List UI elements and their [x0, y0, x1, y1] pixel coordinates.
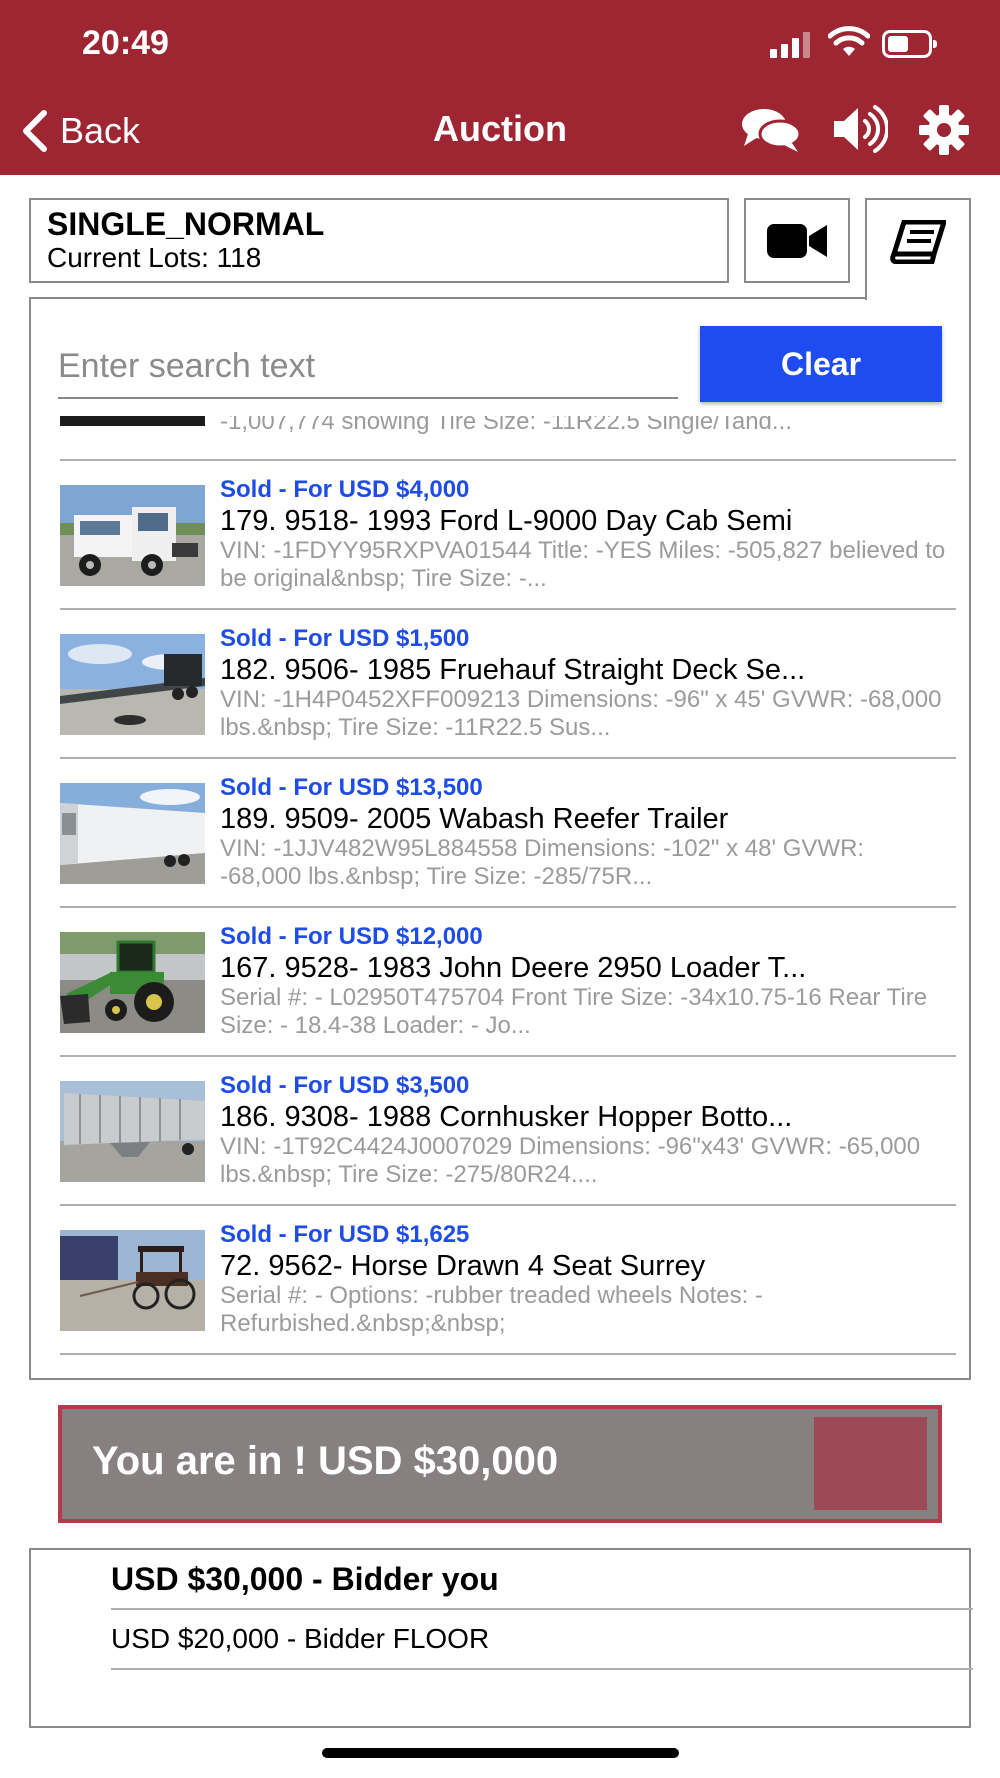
bid-history-row: USD $30,000 - Bidder you — [111, 1550, 973, 1610]
lot-thumbnail — [60, 1230, 205, 1331]
lot-description: VIN: -1H4P0452XFF009213 Dimensions: -96"… — [220, 686, 942, 741]
lot-title: 167. 9528- 1983 John Deere 2950 Loader T… — [220, 952, 807, 984]
lot-thumbnail — [60, 1081, 205, 1182]
lot-description: Serial #: - L02950T475704 Front Tire Siz… — [220, 984, 928, 1039]
battery-icon — [882, 30, 937, 58]
lot-title: 186. 9308- 1988 Cornhusker Hopper Botto.… — [220, 1101, 793, 1133]
back-label: Back — [60, 110, 141, 151]
status-time: 20:49 — [82, 24, 169, 62]
lot-description: Serial #: - Options: -rubber treaded whe… — [220, 1282, 763, 1337]
gear-icon[interactable] — [918, 104, 970, 156]
wifi-icon — [828, 26, 870, 56]
speaker-icon[interactable] — [832, 104, 888, 154]
list-item[interactable]: -1,007,774 showing Tire Size: -11R22.5 S… — [60, 416, 956, 461]
lot-description: VIN: -1JJV482W95L884558 Dimensions: -102… — [220, 835, 865, 890]
bid-button[interactable] — [814, 1417, 927, 1510]
lots-catalog-tab[interactable] — [865, 198, 971, 300]
list-item[interactable]: Sold - For USD $4,000 179. 9518- 1993 Fo… — [60, 461, 956, 610]
app-header: 20:49 Back Auction — [0, 0, 1000, 175]
lot-thumbnail — [60, 634, 205, 735]
list-item[interactable]: Sold - For USD $1,500 182. 9506- 1985 Fr… — [60, 610, 956, 759]
lot-description: -1,007,774 showing Tire Size: -11R22.5 S… — [220, 416, 792, 435]
auction-name: SINGLE_NORMAL — [47, 206, 325, 242]
lot-status: Sold - For USD $4,000 — [220, 476, 470, 503]
lots-panel: Clear -1,007,774 showing Tire Size: -11R… — [29, 297, 971, 1380]
bid-status-text: You are in ! USD $30,000 — [92, 1439, 559, 1483]
current-lots: Current Lots: 118 — [47, 242, 262, 273]
lot-status: Sold - For USD $3,500 — [220, 1072, 470, 1099]
back-button[interactable]: Back — [20, 106, 140, 156]
lot-description: VIN: -1FDYY95RXPVA01544 Title: -YES Mile… — [220, 537, 946, 592]
search-input[interactable] — [58, 335, 678, 399]
list-item[interactable]: Sold - For USD $1,625 72. 9562- Horse Dr… — [60, 1206, 956, 1355]
home-indicator[interactable] — [322, 1748, 679, 1758]
lot-title: 179. 9518- 1993 Ford L-9000 Day Cab Semi — [220, 505, 793, 537]
lot-status: Sold - For USD $1,500 — [220, 625, 470, 652]
chevron-left-icon — [23, 110, 47, 152]
lot-title: 182. 9506- 1985 Fruehauf Straight Deck S… — [220, 654, 806, 686]
lot-status: Sold - For USD $1,625 — [220, 1221, 470, 1248]
lots-list[interactable]: -1,007,774 showing Tire Size: -11R22.5 S… — [60, 416, 956, 1371]
bid-status-banner: You are in ! USD $30,000 — [58, 1405, 942, 1523]
cellular-signal-icon — [770, 32, 812, 58]
bid-history-row: USD $20,000 - Bidder FLOOR — [111, 1610, 973, 1670]
bid-history: USD $30,000 - Bidder you USD $20,000 - B… — [29, 1548, 973, 1728]
list-item[interactable]: Sold - For USD $12,000 167. 9528- 1983 J… — [60, 908, 956, 1057]
book-icon — [890, 220, 946, 264]
lot-description: VIN: -1T92C4424J0007029 Dimensions: -96"… — [220, 1133, 921, 1188]
chat-icon[interactable] — [740, 106, 802, 154]
lot-thumbnail — [60, 416, 205, 426]
lot-thumbnail — [60, 783, 205, 884]
video-tab[interactable] — [744, 198, 850, 283]
list-item[interactable]: Sold - For USD $13,500 189. 9509- 2005 W… — [60, 759, 956, 908]
lot-status: Sold - For USD $13,500 — [220, 774, 483, 801]
list-item[interactable]: Sold - For USD $3,500 186. 9308- 1988 Co… — [60, 1057, 956, 1206]
lot-status: Sold - For USD $12,000 — [220, 923, 483, 950]
video-camera-icon — [767, 223, 827, 258]
clear-button[interactable]: Clear — [700, 326, 942, 402]
lot-thumbnail — [60, 485, 205, 586]
lot-title: 189. 9509- 2005 Wabash Reefer Trailer — [220, 803, 729, 835]
lot-thumbnail — [60, 932, 205, 1033]
auction-info: SINGLE_NORMAL Current Lots: 118 — [29, 198, 729, 283]
lot-title: 72. 9562- Horse Drawn 4 Seat Surrey — [220, 1250, 706, 1282]
